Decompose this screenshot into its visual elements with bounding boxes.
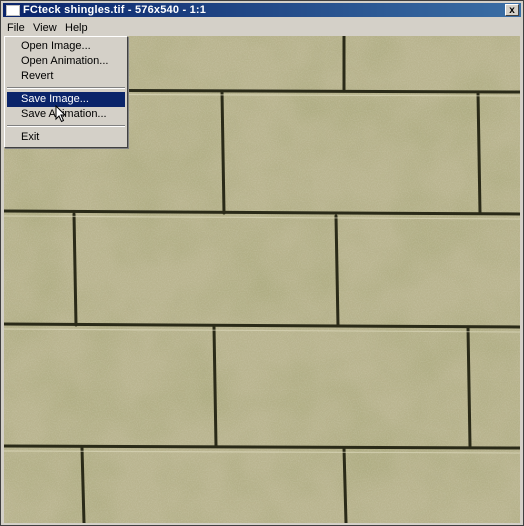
app-icon bbox=[6, 5, 20, 16]
menu-item-open-image[interactable]: Open Image... bbox=[7, 39, 125, 54]
close-button[interactable]: x bbox=[505, 4, 519, 16]
title-bar[interactable]: FCteck shingles.tif - 576x540 - 1:1 x bbox=[3, 3, 521, 17]
menu-item-exit[interactable]: Exit bbox=[7, 130, 125, 145]
window-title: FCteck shingles.tif - 576x540 - 1:1 bbox=[23, 4, 207, 16]
menu-item-revert[interactable]: Revert bbox=[7, 69, 125, 84]
menu-file[interactable]: File bbox=[7, 22, 25, 34]
menu-bar: File View Help bbox=[3, 19, 521, 37]
menu-separator bbox=[7, 87, 125, 89]
file-menu-dropdown: Open Image... Open Animation... Revert S… bbox=[4, 36, 128, 148]
menu-help[interactable]: Help bbox=[65, 22, 88, 34]
menu-item-open-animation[interactable]: Open Animation... bbox=[7, 54, 125, 69]
menu-view[interactable]: View bbox=[33, 22, 57, 34]
menu-separator bbox=[7, 125, 125, 127]
mouse-cursor-icon bbox=[55, 105, 67, 123]
